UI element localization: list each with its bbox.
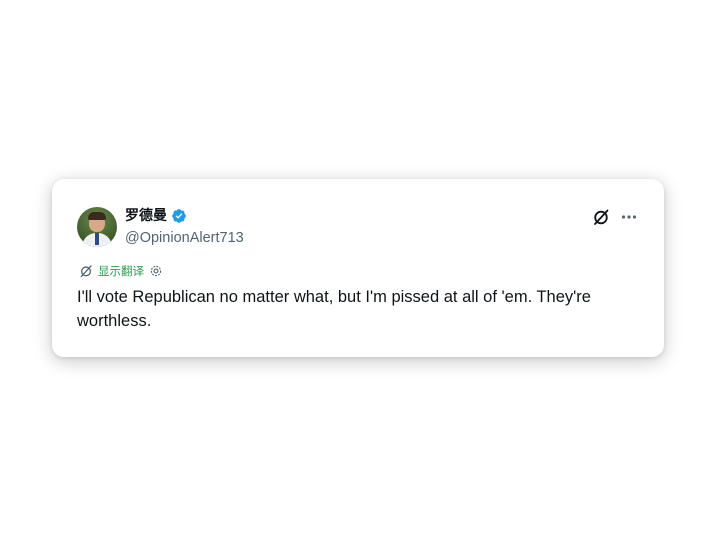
show-translation-link[interactable]: 显示翻译 bbox=[98, 264, 144, 278]
tweet-text: I'll vote Republican no matter what, but… bbox=[77, 288, 591, 330]
translate-row: 显示翻译 bbox=[79, 264, 163, 278]
author-row: 罗德曼 bbox=[125, 207, 187, 225]
tweet-top-actions bbox=[592, 208, 638, 226]
author-handle[interactable]: @OpinionAlert713 bbox=[125, 229, 244, 247]
avatar[interactable] bbox=[77, 207, 117, 247]
author-name[interactable]: 罗德曼 bbox=[125, 207, 167, 225]
grok-icon[interactable] bbox=[592, 208, 610, 226]
verified-badge-icon bbox=[172, 209, 186, 223]
more-options-icon[interactable] bbox=[620, 208, 638, 226]
translate-icon bbox=[80, 265, 92, 278]
tweet-card[interactable]: 罗德曼 @OpinionAlert713 显示翻译 I'll vote Repu… bbox=[52, 179, 664, 357]
settings-gear-icon[interactable] bbox=[149, 264, 163, 278]
